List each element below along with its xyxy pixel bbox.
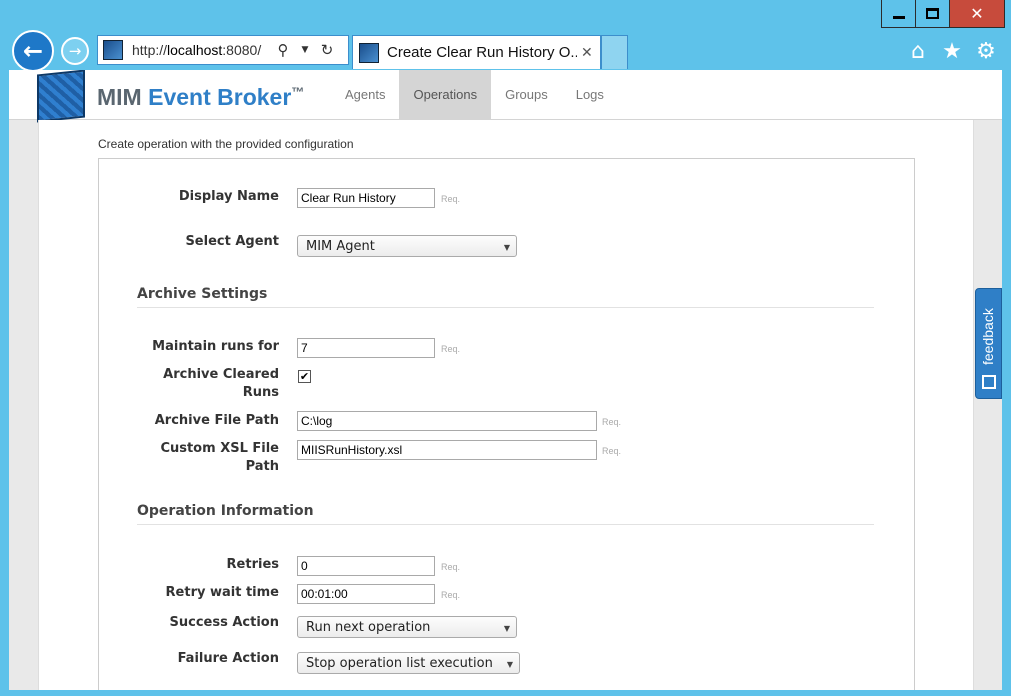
required-hint: Req.: [602, 417, 622, 427]
top-navbar: MIM Event Broker™ Agents Operations Grou…: [9, 70, 1002, 123]
checkmark-icon: ✔: [299, 370, 310, 383]
content-panel: Create operation with the provided confi…: [38, 120, 974, 690]
arrow-left-icon: ←: [22, 37, 44, 65]
required-hint: Req.: [441, 344, 461, 354]
new-tab-button[interactable]: [601, 35, 628, 69]
archive-cleared-label: Archive Cleared Runs: [163, 367, 279, 400]
chevron-down-icon: ▼: [503, 624, 510, 633]
operation-info-heading: Operation Information: [137, 503, 874, 525]
required-hint: Req.: [441, 562, 461, 572]
xsl-path-label: Custom XSL File Path: [160, 441, 279, 474]
arrow-right-icon: →: [68, 42, 82, 60]
maintain-runs-input[interactable]: 7: [297, 338, 435, 358]
browser-toolbar-icons: ⌂ ★ ⚙: [905, 38, 999, 64]
failure-action-dropdown[interactable]: Stop operation list execution ▼: [297, 652, 520, 674]
retries-label: Retries: [226, 557, 279, 572]
refresh-icon[interactable]: ↻: [316, 41, 338, 59]
minimize-button[interactable]: [882, 0, 916, 27]
nav-item-operations[interactable]: Operations: [399, 70, 492, 120]
favorites-star-icon[interactable]: ★: [939, 38, 965, 64]
tab-title: Create Clear Run History O...: [387, 44, 577, 61]
page-viewport: MIM Event Broker™ Agents Operations Grou…: [9, 70, 1002, 690]
select-agent-label: Select Agent: [185, 234, 279, 249]
back-button[interactable]: ←: [12, 30, 54, 72]
browser-tab[interactable]: Create Clear Run History O... ✕: [352, 35, 601, 69]
required-hint: Req.: [602, 446, 622, 456]
maximize-button[interactable]: [916, 0, 950, 27]
main-menu: Agents Operations Groups Logs: [331, 70, 618, 120]
tab-close-icon[interactable]: ✕: [581, 45, 593, 61]
maximize-icon: [926, 8, 939, 19]
settings-gear-icon[interactable]: ⚙: [973, 38, 999, 64]
chevron-down-icon: ▼: [503, 243, 510, 252]
chevron-down-icon: ▼: [506, 660, 513, 669]
feedback-icon: [982, 375, 996, 389]
archive-settings-heading: Archive Settings: [137, 286, 874, 308]
nav-item-logs[interactable]: Logs: [562, 70, 618, 120]
nav-item-agents[interactable]: Agents: [331, 70, 399, 120]
search-icon[interactable]: ⚲: [272, 41, 294, 59]
success-action-label: Success Action: [169, 615, 279, 630]
archive-path-input[interactable]: C:\log: [297, 411, 597, 431]
archive-cleared-checkbox[interactable]: ✔: [298, 370, 311, 383]
retry-wait-input[interactable]: 00:01:00: [297, 584, 435, 604]
url-text[interactable]: http://localhost:8080/: [132, 42, 272, 58]
retries-input[interactable]: 0: [297, 556, 435, 576]
required-hint: Req.: [441, 590, 461, 600]
minimize-icon: [892, 16, 905, 19]
page-subtitle: Create operation with the provided confi…: [98, 137, 354, 151]
brand-title[interactable]: MIM Event Broker™: [97, 84, 304, 111]
maintain-runs-label: Maintain runs for: [152, 339, 279, 354]
address-bar[interactable]: http://localhost:8080/ ⚲ ▼ ↻: [97, 35, 349, 65]
display-name-input[interactable]: Clear Run History: [297, 188, 435, 208]
select-agent-dropdown[interactable]: MIM Agent ▼: [297, 235, 517, 257]
nav-item-groups[interactable]: Groups: [491, 70, 562, 120]
home-icon[interactable]: ⌂: [905, 38, 931, 64]
dropdown-icon[interactable]: ▼: [294, 45, 316, 55]
xsl-path-input[interactable]: MIISRunHistory.xsl: [297, 440, 597, 460]
operation-form: Display Name Clear Run History Req. Sele…: [98, 158, 915, 690]
site-favicon-icon: [103, 40, 123, 60]
display-name-label: Display Name: [178, 189, 279, 204]
forward-button[interactable]: →: [61, 37, 89, 65]
tab-favicon-icon: [359, 42, 379, 63]
close-window-button[interactable]: ✕: [950, 0, 1004, 27]
required-hint: Req.: [441, 194, 461, 204]
archive-path-label: Archive File Path: [154, 413, 279, 428]
success-action-dropdown[interactable]: Run next operation ▼: [297, 616, 517, 638]
retry-wait-label: Retry wait time: [165, 585, 279, 600]
failure-action-label: Failure Action: [177, 651, 279, 666]
mim-logo-icon: [37, 70, 85, 123]
close-icon: ✕: [970, 4, 984, 23]
feedback-tab[interactable]: feedback: [975, 288, 1002, 399]
window-controls: ✕: [881, 0, 1005, 28]
feedback-label: feedback: [980, 308, 996, 365]
